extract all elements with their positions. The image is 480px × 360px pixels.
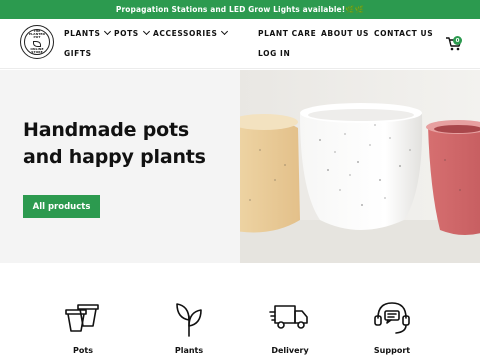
nav-contact-us[interactable]: CONTACT US (374, 27, 433, 39)
nav-contact-us-label: CONTACT US (374, 28, 434, 38)
nav-pots[interactable]: POTS (114, 27, 150, 39)
nav-plants-label: PLANTS (64, 28, 101, 38)
truck-icon (269, 305, 308, 329)
site-header: THE PLANTED POT ONLINE STORE PLANTS POTS… (0, 19, 480, 69)
logo-mark: THE PLANTED POT ONLINE STORE (24, 29, 50, 55)
feature-plants-label: Plants (174, 346, 204, 355)
nav-plant-care[interactable]: PLANT CARE (258, 27, 316, 39)
feature-pots-label: Pots (73, 346, 93, 355)
nav-gifts[interactable]: GIFTS (64, 47, 92, 59)
nav-log-in-label: LOG IN (258, 48, 291, 58)
cart-count-badge: 0 (453, 36, 462, 45)
headset-icon (374, 302, 410, 334)
feature-support-label: Support (373, 346, 411, 355)
nav-pots-label: POTS (114, 28, 139, 38)
nav-accessories-label: ACCESSORIES (153, 28, 218, 38)
nav-about-us[interactable]: ABOUT US (321, 27, 369, 39)
chevron-down-icon (104, 27, 112, 36)
announcement-text[interactable]: Propagation Stations and LED Grow Lights… (116, 5, 364, 14)
nav-gifts-label: GIFTS (64, 48, 92, 58)
leaf-icon (176, 303, 202, 337)
hero-title-line-2: and happy plants (23, 146, 206, 168)
nav-plants[interactable]: PLANTS (64, 27, 112, 39)
feature-plants[interactable]: Plants (154, 298, 224, 360)
feature-support[interactable]: Support (357, 298, 427, 360)
feature-pots[interactable]: Pots (48, 298, 118, 360)
store-logo[interactable]: THE PLANTED POT ONLINE STORE (20, 25, 54, 59)
all-products-button[interactable]: All products (23, 195, 100, 218)
pots-icon (65, 304, 99, 332)
feature-delivery[interactable]: Delivery (255, 298, 325, 360)
announcement-bar[interactable]: Propagation Stations and LED Grow Lights… (0, 0, 480, 19)
chevron-down-icon (142, 27, 150, 36)
feature-delivery-label: Delivery (271, 346, 309, 355)
nav-accessories[interactable]: ACCESSORIES (153, 27, 229, 39)
hero-title: Handmade pots and happy plants (23, 117, 233, 171)
hero-pots-image (240, 70, 480, 263)
chevron-down-icon (221, 27, 229, 36)
nav-log-in[interactable]: LOG IN (258, 47, 290, 59)
leaf-icon (33, 40, 41, 47)
nav-plant-care-label: PLANT CARE (258, 28, 317, 38)
hero-title-line-1: Handmade pots (23, 119, 190, 141)
nav-about-us-label: ABOUT US (321, 28, 370, 38)
